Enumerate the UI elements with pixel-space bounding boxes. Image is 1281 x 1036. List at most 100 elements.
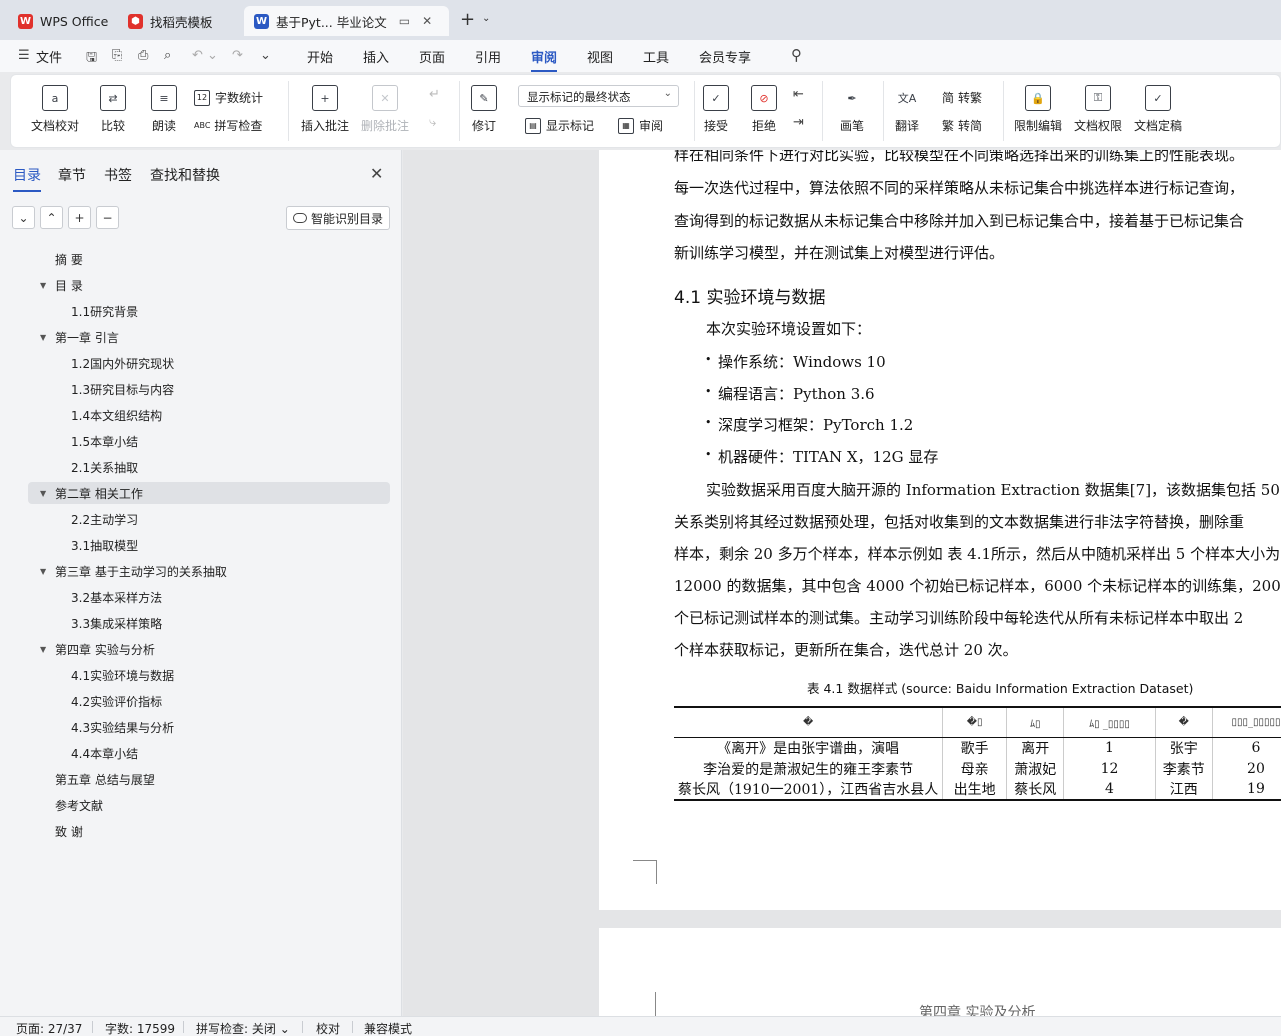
chevron-down-icon[interactable]: ⌄ — [482, 13, 490, 24]
close-tab-icon[interactable]: ✕ — [422, 14, 432, 28]
expand-all-button[interactable]: ⌄ — [12, 206, 35, 229]
toc-item[interactable]: ▼第三章 基于主动学习的关系抽取 — [28, 560, 390, 582]
collapse-all-button[interactable]: ⌃ — [40, 206, 63, 229]
toc-item[interactable]: 1.4本文组织结构 — [28, 404, 390, 426]
panel-tab-bookmarks[interactable]: 书签 — [104, 165, 132, 185]
spell-check-icon: ABC — [194, 121, 210, 130]
doc-check-button[interactable]: a 文档校对 — [31, 85, 79, 134]
toc-item[interactable]: ▼第一章 引言 — [28, 326, 390, 348]
save-icon[interactable]: 🖫 — [86, 48, 97, 70]
insert-comment-button[interactable]: + 插入批注 — [301, 85, 349, 134]
smart-toc-button[interactable]: 智能识别目录 — [286, 206, 390, 230]
menu-review[interactable]: 审阅 — [531, 47, 557, 66]
toc-item[interactable]: 1.1研究背景 — [28, 300, 390, 322]
toc-item[interactable]: 3.1抽取模型 — [28, 534, 390, 556]
remove-heading-button[interactable]: − — [96, 206, 119, 229]
panel-tab-find-replace[interactable]: 查找和替换 — [150, 165, 220, 185]
to-traditional-button[interactable]: 简 转繁 — [942, 89, 982, 106]
toc-item[interactable]: 1.2国内外研究现状 — [28, 352, 390, 374]
navigation-panel: 目录 章节 书签 查找和替换 ✕ ⌄ ⌃ + − 智能识别目录 摘 要 ▼目 录 1… — [0, 150, 402, 1016]
word-count-button[interactable]: 12 字数统计 — [194, 89, 263, 106]
toc-item[interactable]: 2.2主动学习 — [28, 508, 390, 530]
menu-references[interactable]: 引用 — [475, 47, 501, 66]
reject-button[interactable]: ⊘ 拒绝 — [751, 85, 777, 134]
toc-item[interactable]: 2.1关系抽取 — [28, 456, 390, 478]
panel-tab-toc[interactable]: 目录 — [13, 165, 41, 185]
toc-item[interactable]: 4.4本章小结 — [28, 742, 390, 764]
print-preview-icon[interactable]: ⌕ — [164, 48, 171, 63]
translate-button[interactable]: 文A 翻译 — [894, 85, 920, 134]
accept-button[interactable]: ✓ 接受 — [703, 85, 729, 134]
read-aloud-button[interactable]: ≡ 朗读 — [151, 85, 177, 134]
prev-change-icon[interactable]: ⇤ — [793, 87, 804, 102]
toc-item-label: 1.1研究背景 — [71, 303, 138, 320]
search-icon[interactable]: ⚲ — [791, 46, 802, 64]
toc-item[interactable]: 1.5本章小结 — [28, 430, 390, 452]
expand-arrow-icon[interactable]: ▼ — [40, 645, 46, 654]
close-icon[interactable]: ✕ — [370, 164, 383, 183]
spell-check-status[interactable]: 拼写检查: 关闭 ⌄ — [196, 1020, 290, 1036]
expand-arrow-icon[interactable]: ▼ — [40, 489, 46, 498]
expand-arrow-icon[interactable]: ▼ — [40, 333, 46, 342]
chevron-down-icon[interactable]: ⌄ — [260, 48, 271, 63]
toc-item[interactable]: 摘 要 — [28, 248, 390, 270]
new-tab-icon[interactable]: + — [460, 9, 475, 30]
spell-check-button[interactable]: ABC 拼写检查 — [194, 117, 262, 134]
finalize-button[interactable]: ✓ 文档定稿 — [1134, 85, 1182, 134]
track-changes-button[interactable]: ✎ 修订 — [471, 85, 497, 134]
menu-tools[interactable]: 工具 — [643, 47, 669, 66]
undo-icon[interactable]: ↶ ⌄ — [192, 48, 218, 63]
menu-file[interactable]: 文件 — [36, 47, 62, 66]
share-icon[interactable]: ⎘ — [112, 48, 122, 63]
markup-state-select[interactable]: 显示标记的最终状态 ⌄ — [518, 85, 679, 107]
menu-insert[interactable]: 插入 — [363, 47, 389, 66]
next-change-icon[interactable]: ⇥ — [793, 115, 804, 130]
doc-permission-button[interactable]: ⚿ 文档权限 — [1074, 85, 1122, 134]
toc-item[interactable]: 致 谢 — [28, 820, 390, 842]
toc-item[interactable]: 参考文献 — [28, 794, 390, 816]
delete-comment-button[interactable]: ✕ 删除批注 — [361, 85, 409, 134]
to-simplified-button[interactable]: 繁 转简 — [942, 117, 982, 134]
toc-item[interactable]: 4.3实验结果与分析 — [28, 716, 390, 738]
add-heading-button[interactable]: + — [68, 206, 91, 229]
toc-item[interactable]: 1.3研究目标与内容 — [28, 378, 390, 400]
review-pane-button[interactable]: ▦ 审阅 — [618, 117, 663, 134]
toc-item[interactable]: ▼第二章 相关工作 — [28, 482, 390, 504]
redo-icon[interactable]: ↷ — [232, 48, 243, 63]
table-cell: 6 — [1212, 737, 1281, 758]
menu-page[interactable]: 页面 — [419, 47, 445, 66]
page-indicator[interactable]: 页面: 27/37 — [16, 1020, 82, 1036]
body-line: 本次实验环境设置如下： — [706, 318, 871, 339]
expand-arrow-icon[interactable]: ▼ — [40, 567, 46, 576]
tab-document[interactable]: W 基于Pyt... 毕业论文 ▭ ✕ — [244, 6, 449, 36]
toc-item[interactable]: 第五章 总结与展望 — [28, 768, 390, 790]
chevron-down-icon: ⌄ — [280, 1022, 290, 1036]
body-line: 实验数据采用百度大脑开源的 Information Extraction 数据集… — [706, 479, 1280, 500]
expand-arrow-icon[interactable]: ▼ — [40, 281, 46, 290]
tab-templates[interactable]: ⬢ 找稻壳模板 — [118, 6, 223, 36]
proofread-status[interactable]: 校对 — [316, 1020, 340, 1036]
menu-home[interactable]: 开始 — [307, 47, 333, 66]
compare-button[interactable]: ⇄ 比较 — [100, 85, 126, 134]
toc-item[interactable]: ▼第四章 实验与分析 — [28, 638, 390, 660]
ink-button[interactable]: ✒ 画笔 — [839, 85, 865, 134]
prev-comment-icon[interactable]: ↵ — [429, 87, 440, 102]
hamburger-icon[interactable]: ☰ — [18, 48, 30, 63]
word-count-status[interactable]: 字数: 17599 — [105, 1020, 175, 1036]
print-icon[interactable]: ⎙ — [138, 48, 148, 63]
toc-item[interactable]: 4.2实验评价指标 — [28, 690, 390, 712]
restrict-edit-button[interactable]: 🔒 限制编辑 — [1014, 85, 1062, 134]
panel-tab-sections[interactable]: 章节 — [58, 165, 86, 185]
tab-wps-office[interactable]: W WPS Office — [8, 6, 118, 36]
table-row: 《离开》是由张宇谱曲，演唱 歌手 离开 1 张宇 6 — [674, 737, 1281, 758]
toc-item[interactable]: 4.1实验环境与数据 — [28, 664, 390, 686]
toc-item[interactable]: 3.2基本采样方法 — [28, 586, 390, 608]
show-markup-button[interactable]: ▤ 显示标记 — [525, 117, 594, 134]
toc-item[interactable]: 3.3集成采样策略 — [28, 612, 390, 634]
menu-member[interactable]: 会员专享 — [699, 47, 751, 66]
translate-label: 翻译 — [895, 117, 919, 134]
next-comment-icon[interactable]: ⤷ — [429, 115, 436, 130]
menu-view[interactable]: 视图 — [587, 47, 613, 66]
window-icon[interactable]: ▭ — [399, 14, 410, 28]
toc-item[interactable]: ▼目 录 — [28, 274, 390, 296]
